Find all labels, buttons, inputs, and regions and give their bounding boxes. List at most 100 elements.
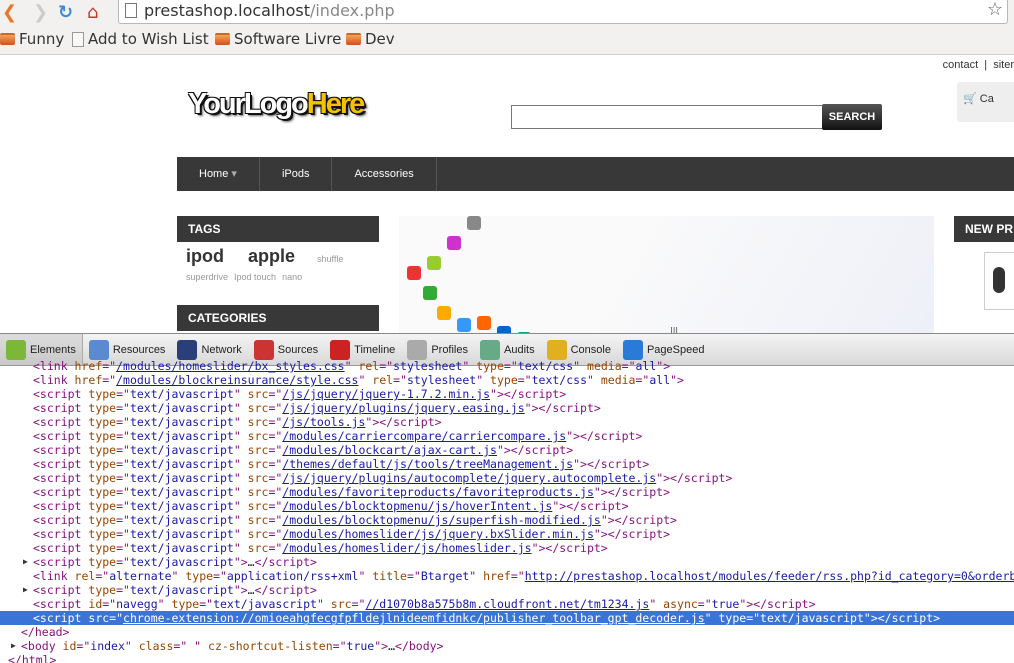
dom-node-line[interactable]: </html> — [0, 653, 1014, 663]
code-token: =" — [503, 359, 518, 373]
tag-link[interactable]: nano — [282, 272, 302, 282]
code-token: type — [88, 471, 117, 485]
dom-node-line[interactable]: <script type="text/javascript" src="/js/… — [0, 387, 1014, 401]
resource-link[interactable]: /modules/carriercompare/carriercompare.j… — [282, 429, 566, 443]
menu-item-home[interactable]: Home ▾ — [177, 157, 260, 191]
dom-node-line[interactable]: <script type="text/javascript" src="/mod… — [0, 443, 1014, 457]
resource-link[interactable]: /modules/blocktopmenu/js/superfish-modif… — [282, 513, 601, 527]
home-slider[interactable] — [399, 216, 934, 333]
resource-link[interactable]: chrome-extension://omioeahgfecgfpfldejln… — [123, 611, 705, 625]
reload-icon[interactable]: ↻ — [58, 2, 73, 23]
resource-link[interactable]: /modules/blockreinsurance/style.css — [116, 373, 358, 387]
dom-node-line[interactable]: <script type="text/javascript" src="/mod… — [0, 499, 1014, 513]
code-token: "> — [670, 373, 684, 387]
code-token: =" — [621, 359, 636, 373]
resource-link[interactable]: //d1070b8a575b8m.cloudfront.net/tm1234.j… — [365, 597, 649, 611]
menu-item-ipods[interactable]: iPods — [260, 157, 333, 191]
code-token: application/rss+xml — [226, 569, 359, 583]
resource-link[interactable]: /modules/homeslider/js/jquery.bxSlider.m… — [282, 527, 594, 541]
code-token: =" — [102, 597, 117, 611]
code-token: =" — [268, 457, 283, 471]
url-text[interactable]: prestashop.localhost/index.php — [144, 1, 395, 20]
dom-node-line[interactable]: ▶ <script type="text/javascript">…</scrip… — [0, 583, 1014, 597]
dom-node-line[interactable]: </head> — [0, 625, 1014, 639]
resource-link[interactable]: /modules/blockcart/ajax-cart.js — [282, 443, 497, 457]
search-button[interactable]: SEARCH — [822, 104, 882, 130]
back-icon[interactable]: ❮ — [2, 2, 17, 23]
dom-node-line[interactable]: <script type="text/javascript" src="/mod… — [0, 513, 1014, 527]
code-token: =" — [268, 471, 283, 485]
resource-link[interactable]: /js/jquery/plugins/autocomplete/jquery.a… — [282, 471, 656, 485]
code-token: href — [74, 373, 103, 387]
cart-label: Ca — [979, 93, 994, 105]
code-token: all — [635, 359, 657, 373]
dom-node-line[interactable]: ▶ <script type="text/javascript">…</scrip… — [0, 555, 1014, 569]
code-token: src — [247, 485, 269, 499]
address-bar[interactable]: prestashop.localhost/index.php ☆ — [118, 0, 1008, 24]
dom-node-line[interactable]: <script type="text/javascript" src="/mod… — [0, 485, 1014, 499]
bookmark-funny[interactable]: Funny — [0, 30, 64, 48]
forward-icon[interactable]: ❯ — [33, 2, 48, 23]
code-token: text/javascript — [129, 527, 234, 541]
dom-node-line[interactable]: <script id="navegg" type="text/javascrip… — [0, 597, 1014, 611]
bookmark-label: Add to Wish List — [88, 30, 209, 48]
code-token: </script> — [254, 583, 317, 597]
dom-node-line[interactable]: <script type="text/javascript" src="/mod… — [0, 541, 1014, 555]
dom-node-line[interactable]: <script type="text/javascript" src="/js/… — [0, 471, 1014, 485]
code-token: src — [247, 429, 269, 443]
contact-link[interactable]: contact — [943, 59, 978, 71]
bookmark-add-to-wish-list[interactable]: Add to Wish List — [72, 30, 209, 48]
tag-link[interactable]: shuffle — [317, 254, 343, 264]
resource-link[interactable]: http://prestashop.localhost/modules/feed… — [525, 569, 1014, 583]
dom-node-line[interactable]: <script src="chrome-extension://omioeahg… — [0, 611, 1014, 625]
search-input[interactable] — [511, 105, 823, 129]
dom-node-line[interactable]: <link rel="alternate" type="application/… — [0, 569, 1014, 583]
resource-link[interactable]: /modules/homeslider/bx_styles.css — [116, 359, 344, 373]
dom-node-line[interactable]: <script type="text/javascript" src="/the… — [0, 457, 1014, 471]
resource-link[interactable]: /modules/homeslider/js/homeslider.js — [282, 541, 531, 555]
code-token: <script — [33, 387, 89, 401]
code-token: src — [247, 527, 269, 541]
menu-item-accessories[interactable]: Accessories — [332, 157, 437, 191]
cart-block[interactable]: 🛒 Ca — [957, 82, 1014, 122]
dom-node-line[interactable]: <link href="/modules/homeslider/bx_style… — [0, 359, 1014, 373]
code-token: type — [88, 513, 117, 527]
top-links: contact | siter — [942, 59, 1014, 71]
sitemap-link[interactable]: siter — [993, 59, 1014, 71]
expand-triangle-icon[interactable]: ▶ — [11, 639, 16, 653]
tag-link[interactable]: Ipod touch — [234, 272, 276, 282]
resource-link[interactable]: /js/jquery/jquery-1.7.2.min.js — [282, 387, 490, 401]
code-token: =" — [268, 387, 283, 401]
code-token: " — [704, 611, 719, 625]
code-token: src — [247, 499, 269, 513]
tag-link[interactable]: superdrive — [186, 272, 228, 282]
resize-handle[interactable]: ||| — [670, 326, 678, 333]
dom-node-line[interactable]: <script type="text/javascript" src="/mod… — [0, 429, 1014, 443]
bookmark-software-livre[interactable]: Software Livre — [215, 30, 341, 48]
resource-link[interactable]: /modules/favoriteproducts/favoriteproduc… — [282, 485, 594, 499]
dom-node-line[interactable]: <script type="text/javascript" src="/js/… — [0, 415, 1014, 429]
tag-link[interactable]: ipod — [186, 246, 224, 266]
dom-node-line[interactable]: <script type="text/javascript" src="/js/… — [0, 401, 1014, 415]
code-token: type — [88, 415, 117, 429]
code-token: text/css — [531, 373, 587, 387]
shop-logo[interactable]: YourLogoHere — [188, 88, 365, 121]
bookmark-dev[interactable]: Dev — [346, 30, 395, 48]
resource-link[interactable]: /modules/blocktopmenu/js/hoverIntent.js — [282, 499, 552, 513]
bookmark-star-icon[interactable]: ☆ — [987, 0, 1003, 20]
dom-node-line[interactable]: <script type="text/javascript" src="/mod… — [0, 527, 1014, 541]
resource-link[interactable]: /js/tools.js — [282, 415, 365, 429]
resource-link[interactable]: /themes/default/js/tools/treeManagement.… — [282, 457, 573, 471]
home-icon[interactable]: ⌂ — [87, 2, 98, 23]
resource-link[interactable]: /js/jquery/plugins/jquery.easing.js — [282, 401, 524, 415]
code-token: =" — [697, 597, 712, 611]
code-token: type — [88, 583, 117, 597]
code-token: … — [247, 555, 255, 569]
product-thumbnail[interactable] — [984, 252, 1014, 310]
expand-triangle-icon[interactable]: ▶ — [23, 583, 28, 597]
dom-node-line[interactable]: <link href="/modules/blockreinsurance/st… — [0, 373, 1014, 387]
code-token: </html> — [8, 653, 57, 663]
tag-link[interactable]: apple — [248, 246, 295, 266]
dom-node-line[interactable]: ▶ <body id="index" class=" " cz-shortcut-… — [0, 639, 1014, 653]
expand-triangle-icon[interactable]: ▶ — [23, 555, 28, 569]
